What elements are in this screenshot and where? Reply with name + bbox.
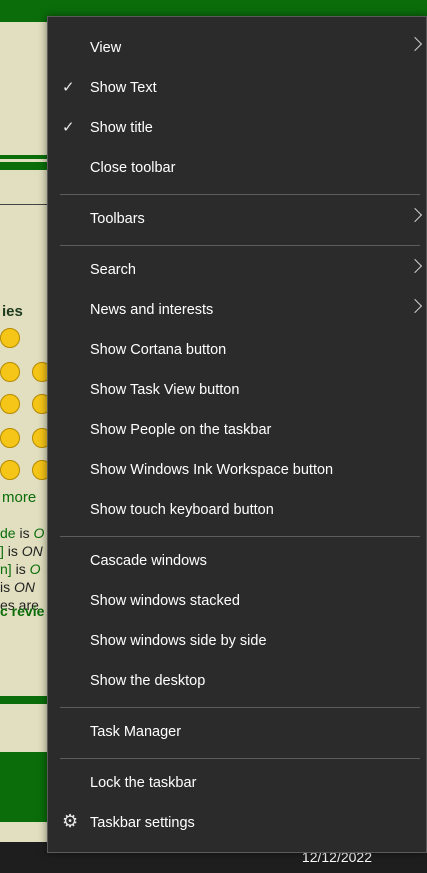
menu-item-label: Search — [90, 262, 136, 278]
menu-item-label: Show Text — [90, 80, 157, 96]
menu-item-label: Show People on the taskbar — [90, 422, 272, 438]
menu-item-label: Show windows stacked — [90, 593, 240, 609]
text-line: is ON — [0, 579, 36, 595]
emoji-icon — [0, 328, 20, 348]
review-heading: c revie — [0, 603, 45, 619]
menu-item-label: Lock the taskbar — [90, 775, 197, 791]
menu-item-show-cortana-button[interactable]: Show Cortana button — [48, 331, 426, 371]
menu-item-label: Task Manager — [90, 724, 182, 740]
text-line: n] is O — [0, 561, 41, 577]
emoji-icon — [0, 428, 20, 448]
chevron-right-icon — [407, 36, 423, 52]
chevron-right-icon — [407, 207, 423, 223]
section-heading: ies — [2, 303, 23, 320]
menu-separator — [60, 194, 420, 195]
gear-icon: ⚙ — [62, 811, 79, 831]
menu-item-label: Show Task View button — [90, 382, 240, 398]
menu-separator — [60, 536, 420, 537]
menu-item-toolbars[interactable]: Toolbars — [48, 200, 426, 240]
text-line: de is O — [0, 525, 45, 541]
menu-item-cascade-windows[interactable]: Cascade windows — [48, 542, 426, 582]
text-line: ] is ON — [0, 543, 43, 559]
menu-item-label: Cascade windows — [90, 553, 207, 569]
menu-item-show-windows-ink[interactable]: Show Windows Ink Workspace button — [48, 451, 426, 491]
menu-item-label: Toolbars — [90, 211, 145, 227]
menu-item-label: Show windows side by side — [90, 633, 267, 649]
menu-item-news-and-interests[interactable]: News and interests — [48, 291, 426, 331]
emoji-icon — [0, 362, 20, 382]
menu-item-label: Show Cortana button — [90, 342, 227, 358]
menu-item-label: Show Windows Ink Workspace button — [90, 462, 334, 478]
menu-item-show-windows-stacked[interactable]: Show windows stacked — [48, 582, 426, 622]
menu-item-task-manager[interactable]: Task Manager — [48, 713, 426, 753]
menu-item-view[interactable]: View — [48, 29, 426, 69]
menu-item-show-title[interactable]: ✓ Show title — [48, 109, 426, 149]
menu-separator — [60, 758, 420, 759]
menu-item-close-toolbar[interactable]: Close toolbar — [48, 149, 426, 189]
checkmark-icon: ✓ — [62, 79, 75, 96]
menu-separator — [60, 245, 420, 246]
emoji-icon — [0, 394, 20, 414]
menu-item-show-people[interactable]: Show People on the taskbar — [48, 411, 426, 451]
more-link[interactable]: more — [2, 489, 36, 506]
menu-item-search[interactable]: Search — [48, 251, 426, 291]
menu-item-show-text[interactable]: ✓ Show Text — [48, 69, 426, 109]
menu-item-show-windows-side-by-side[interactable]: Show windows side by side — [48, 622, 426, 662]
emoji-icon — [0, 460, 20, 480]
menu-item-label: View — [90, 40, 122, 56]
menu-item-show-task-view-button[interactable]: Show Task View button — [48, 371, 426, 411]
menu-item-label: Close toolbar — [90, 160, 176, 176]
menu-item-label: Show touch keyboard button — [90, 502, 274, 518]
chevron-right-icon — [407, 258, 423, 274]
menu-item-show-the-desktop[interactable]: Show the desktop — [48, 662, 426, 702]
menu-item-label: News and interests — [90, 302, 214, 318]
menu-item-label: Taskbar settings — [90, 815, 195, 831]
menu-item-taskbar-settings[interactable]: ⚙ Taskbar settings — [48, 804, 426, 844]
menu-item-show-touch-keyboard[interactable]: Show touch keyboard button — [48, 491, 426, 531]
checkmark-icon: ✓ — [62, 119, 75, 136]
menu-item-label: Show the desktop — [90, 673, 206, 689]
menu-separator — [60, 707, 420, 708]
menu-item-label: Show title — [90, 120, 153, 136]
menu-item-lock-the-taskbar[interactable]: Lock the taskbar — [48, 764, 426, 804]
chevron-right-icon — [407, 298, 423, 314]
taskbar-context-menu: View ✓ Show Text ✓ Show title Close tool… — [47, 16, 427, 853]
